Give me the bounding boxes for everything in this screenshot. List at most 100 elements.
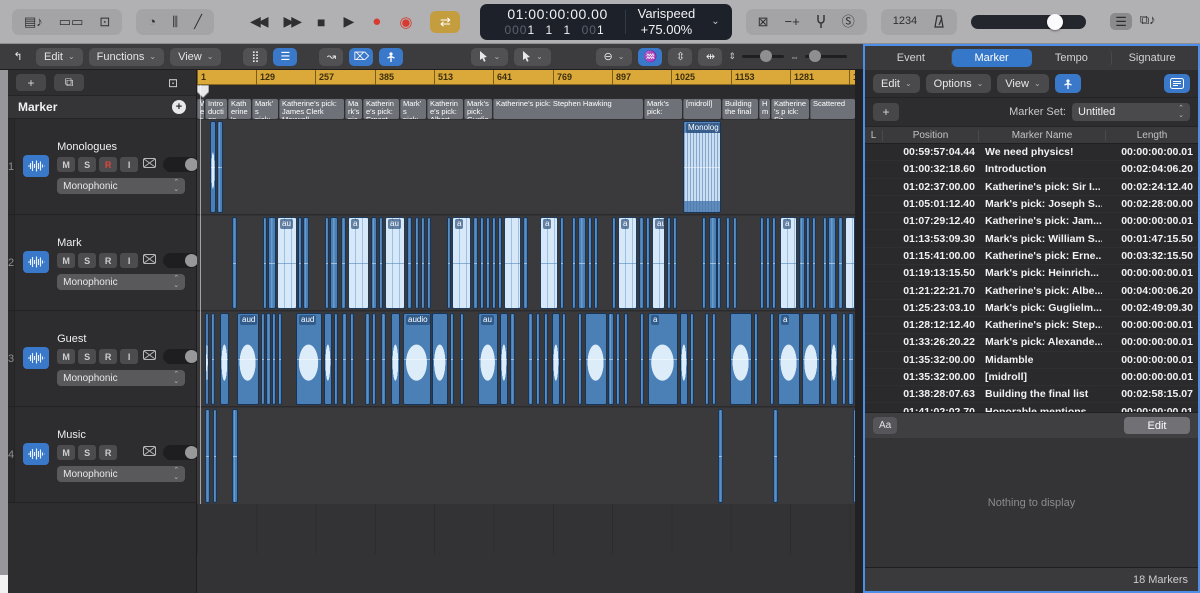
automation-curve-icon[interactable]: ↝ (319, 48, 343, 66)
audio-region[interactable] (217, 121, 223, 213)
audio-region[interactable] (492, 217, 496, 309)
solo-button[interactable]: S (78, 253, 96, 268)
lane-music[interactable] (197, 408, 855, 504)
audio-region[interactable]: a (618, 217, 637, 309)
list-editors-button[interactable]: ☰ (1110, 13, 1132, 30)
audio-region[interactable] (552, 313, 560, 405)
solo-button[interactable]: S (78, 445, 96, 460)
marker-list-row[interactable]: 01:02:37:00.00 Katherine's pick: Sir I..… (865, 179, 1198, 196)
audio-region[interactable] (544, 313, 548, 405)
marker-flag[interactable]: Building the final (722, 99, 758, 119)
audio-region[interactable] (263, 217, 267, 309)
capture-record-button[interactable]: ◉ (399, 13, 412, 31)
audio-region[interactable] (350, 313, 354, 405)
audio-region[interactable] (822, 313, 826, 405)
marker-edit-menu[interactable]: Edit⌄ (873, 74, 920, 93)
horizontal-zoom-slider[interactable] (805, 55, 847, 58)
metronome-icon[interactable] (933, 15, 945, 28)
cycle-button[interactable]: ⇄ (430, 11, 460, 33)
audio-region[interactable] (341, 217, 346, 309)
audio-region[interactable] (268, 217, 276, 309)
audio-region[interactable]: aud (237, 313, 259, 405)
audio-region[interactable] (298, 217, 302, 309)
marker-flag[interactable]: Mark's pick: Heinrich (400, 99, 426, 119)
audio-region[interactable] (365, 313, 370, 405)
audio-region[interactable] (486, 217, 490, 309)
audio-region[interactable]: a (348, 217, 369, 309)
audio-region[interactable] (717, 217, 721, 309)
audio-region[interactable] (702, 217, 706, 309)
lane-mark[interactable]: au a au a (197, 216, 855, 311)
playhead-marker-icon[interactable] (197, 85, 209, 98)
record-button[interactable]: ● (372, 13, 381, 30)
audio-region[interactable] (624, 313, 628, 405)
catch-playhead-icon[interactable] (1055, 74, 1081, 93)
audio-region[interactable] (612, 217, 616, 309)
audio-region[interactable]: a (780, 217, 797, 309)
marker-flag[interactable]: Katherine's pick: Albert (427, 99, 463, 119)
audio-region[interactable] (806, 217, 810, 309)
audio-region[interactable] (303, 217, 309, 309)
input-monitor-button[interactable]: I (120, 349, 138, 364)
audio-region[interactable] (232, 409, 238, 503)
audio-region[interactable] (324, 313, 332, 405)
track-on-toggle[interactable] (163, 349, 199, 364)
column-length[interactable]: Length (1106, 130, 1198, 141)
record-enable-button[interactable]: R (99, 445, 117, 460)
audio-region[interactable] (709, 217, 717, 309)
audio-region[interactable] (523, 217, 528, 309)
marker-flag[interactable]: Katherine's pick: James Clerk Maxwell (279, 99, 344, 119)
volume-knob[interactable] (1047, 14, 1063, 30)
audio-region[interactable] (770, 313, 774, 405)
edit-marker-text-button[interactable]: Edit (1124, 417, 1190, 434)
audio-region[interactable]: au (478, 313, 498, 405)
create-marker-button[interactable]: + (873, 103, 899, 121)
audio-region[interactable] (730, 313, 752, 405)
stop-button[interactable]: ■ (317, 14, 325, 30)
marker-flag[interactable]: H m (759, 99, 770, 119)
marker-list-row[interactable]: 01:38:28:07.63 Building the final list 0… (865, 386, 1198, 403)
audio-region[interactable] (342, 313, 347, 405)
marker-list-row[interactable]: 01:13:53:09.30 Mark's pick: William S...… (865, 230, 1198, 247)
audio-region[interactable] (578, 313, 582, 405)
audio-region[interactable] (500, 313, 508, 405)
marker-flag[interactable]: Katherine's pick: Ernest (363, 99, 399, 119)
tuner-icon[interactable]: ◔ (148, 15, 156, 28)
marker-flag[interactable]: Introduction (205, 99, 227, 119)
freeze-icon[interactable] (143, 350, 156, 363)
audio-region[interactable]: a (778, 313, 800, 405)
audio-region[interactable] (371, 217, 377, 309)
marker-list-row[interactable]: 01:28:12:12.40 Katherine's pick: Step...… (865, 317, 1198, 334)
list-editor-tab[interactable]: Signature (1112, 49, 1192, 67)
mixer-icon[interactable]: ⫼ (172, 15, 178, 28)
track-name[interactable]: Mark (57, 237, 199, 249)
freeze-icon[interactable] (143, 254, 156, 267)
marker-list-row[interactable]: 01:21:22:21.70 Katherine's pick: Albe...… (865, 282, 1198, 299)
audio-region[interactable] (733, 217, 737, 309)
audio-region[interactable] (213, 409, 217, 503)
playhead-line[interactable] (200, 85, 201, 504)
left-click-tool-menu[interactable]: ⌄ (471, 48, 508, 66)
audio-region[interactable] (594, 217, 598, 309)
solo-icon[interactable]: Ⓢ (842, 15, 855, 28)
vertical-zoom-icon[interactable]: ⇳ (668, 48, 692, 66)
audio-region[interactable] (772, 217, 776, 309)
lane-guest[interactable]: aud aud audio (197, 312, 855, 407)
marker-flag[interactable]: Katherine's pick: Sir (228, 99, 251, 119)
marker-list-row[interactable]: 01:19:13:15.50 Mark's pick: Heinrich... … (865, 265, 1198, 282)
audio-region[interactable] (421, 217, 425, 309)
lane-monologues[interactable]: Monolog (197, 120, 855, 215)
audio-region[interactable] (842, 313, 846, 405)
input-format-dropdown[interactable]: Monophonic ⌃⌄ (57, 466, 185, 482)
audio-region[interactable] (828, 217, 836, 309)
track-header[interactable]: 2 Mark M S R I Monophonic ⌃⌄ (8, 215, 196, 311)
freeze-icon[interactable] (143, 446, 156, 459)
column-lock[interactable]: L (865, 130, 883, 141)
audio-region[interactable] (510, 313, 515, 405)
marker-list-row[interactable]: 01:33:26:20.22 Mark's pick: Alexande... … (865, 334, 1198, 351)
edit-menu[interactable]: Edit⌄ (36, 48, 83, 66)
marker-flag[interactable]: [midroll] (683, 99, 721, 119)
replace-icon[interactable]: −+ (785, 15, 800, 28)
audio-region[interactable]: audio (403, 313, 431, 405)
add-track-button[interactable]: + (16, 74, 46, 91)
